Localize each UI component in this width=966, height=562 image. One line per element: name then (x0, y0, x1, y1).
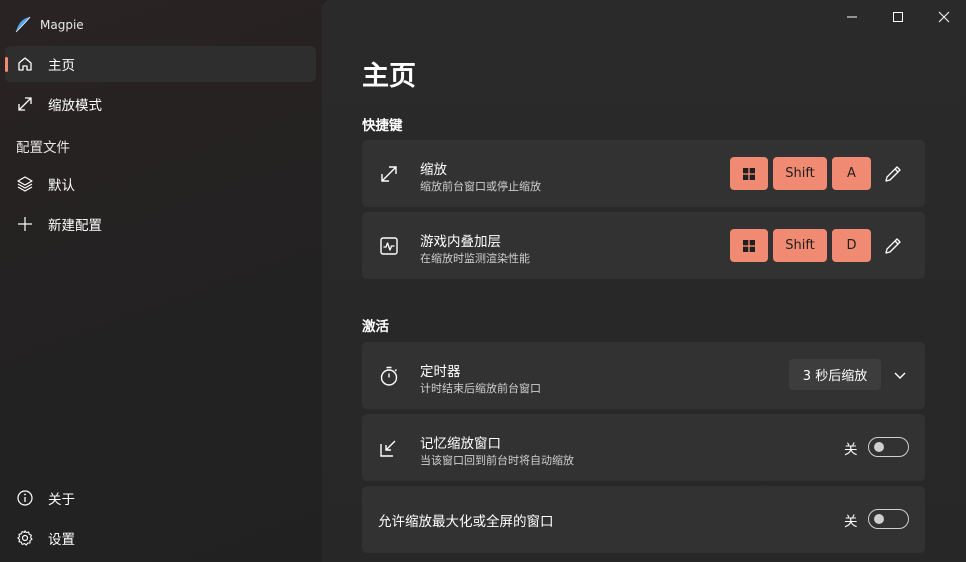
info-icon (17, 490, 33, 506)
expand-arrows-icon (381, 166, 397, 182)
nav-item-default-profile[interactable]: 默认 (5, 166, 316, 202)
sidebar: Magpie 主页 缩放模式 配置文件 默认 新建配置 关于 设置 (0, 0, 322, 562)
close-icon[interactable] (921, 6, 966, 28)
plus-icon (18, 217, 32, 231)
nav-item-home[interactable]: 主页 (5, 46, 316, 82)
allow-maximized-card: 允许缩放最大化或全屏的窗口 关 (362, 486, 925, 553)
shift-key: Shift (773, 157, 827, 190)
app-brand: Magpie (14, 14, 84, 36)
letter-key: D (832, 229, 871, 262)
timer-card: 定时器 计时结束后缩放前台窗口 3 秒后缩放 (362, 342, 925, 409)
activation-section-title: 激活 (362, 319, 389, 335)
remember-window-card: 记忆缩放窗口 当该窗口回到前台时将自动缩放 关 (362, 414, 925, 481)
nav-label-default-profile: 默认 (48, 178, 75, 194)
letter-key: A (832, 157, 871, 190)
nav-label-home: 主页 (48, 58, 75, 74)
expand-arrows-icon (18, 97, 32, 111)
nav-item-settings[interactable]: 设置 (5, 520, 316, 556)
hotkey-title-overlay: 游戏内叠加层 (420, 234, 501, 250)
maximize-icon[interactable] (875, 6, 921, 28)
shift-key: Shift (773, 229, 827, 262)
nav-label-about: 关于 (48, 492, 75, 508)
allow-maximized-toggle[interactable] (868, 509, 909, 529)
remember-window-toggle[interactable] (868, 437, 909, 457)
main-content: 主页 快捷键 缩放 缩放前台窗口或停止缩放 Shift A 游戏内叠加层 在缩放… (322, 0, 966, 562)
gear-icon (17, 530, 33, 546)
nav-item-about[interactable]: 关于 (5, 480, 316, 516)
hotkey-title-scale: 缩放 (420, 162, 447, 178)
app-name: Magpie (40, 18, 84, 32)
home-icon (18, 57, 32, 71)
nav-item-scaling-modes[interactable]: 缩放模式 (5, 86, 316, 122)
hotkey-desc-scale: 缩放前台窗口或停止缩放 (420, 180, 541, 193)
nav-label-scaling-modes: 缩放模式 (48, 98, 102, 114)
allow-maximized-title: 允许缩放最大化或全屏的窗口 (378, 514, 554, 530)
remember-window-title: 记忆缩放窗口 (420, 436, 501, 452)
nav-label-settings: 设置 (48, 532, 75, 548)
activity-monitor-icon (380, 237, 398, 255)
minimize-icon[interactable] (829, 6, 875, 28)
hotkey-card-scale: 缩放 缩放前台窗口或停止缩放 Shift A (362, 140, 925, 207)
nav-label-new-profile: 新建配置 (48, 218, 102, 234)
chevron-down-icon[interactable] (892, 367, 908, 383)
profiles-section-label: 配置文件 (16, 140, 70, 156)
windows-key-icon (730, 157, 768, 190)
pencil-edit-icon[interactable] (881, 234, 905, 258)
hotkeys-section-title: 快捷键 (362, 118, 403, 134)
stopwatch-icon (380, 366, 398, 386)
toggle-knob (874, 442, 884, 452)
magpie-logo-icon (15, 16, 31, 33)
page-title: 主页 (362, 61, 416, 92)
timer-delay-button[interactable]: 3 秒后缩放 (789, 359, 881, 390)
nav-item-new-profile[interactable]: 新建配置 (5, 206, 316, 242)
windows-key-icon (730, 229, 768, 262)
pencil-edit-icon[interactable] (881, 162, 905, 186)
layers-icon (17, 176, 33, 192)
toggle-knob (874, 514, 884, 524)
remember-window-state-label: 关 (844, 442, 858, 458)
hotkey-desc-overlay: 在缩放时监测渲染性能 (420, 252, 530, 265)
hotkey-card-overlay: 游戏内叠加层 在缩放时监测渲染性能 Shift D (362, 212, 925, 279)
timer-title: 定时器 (420, 364, 461, 380)
arrow-in-window-icon (380, 440, 396, 457)
remember-window-desc: 当该窗口回到前台时将自动缩放 (420, 454, 574, 467)
allow-maximized-state-label: 关 (844, 514, 858, 530)
timer-desc: 计时结束后缩放前台窗口 (420, 382, 541, 395)
